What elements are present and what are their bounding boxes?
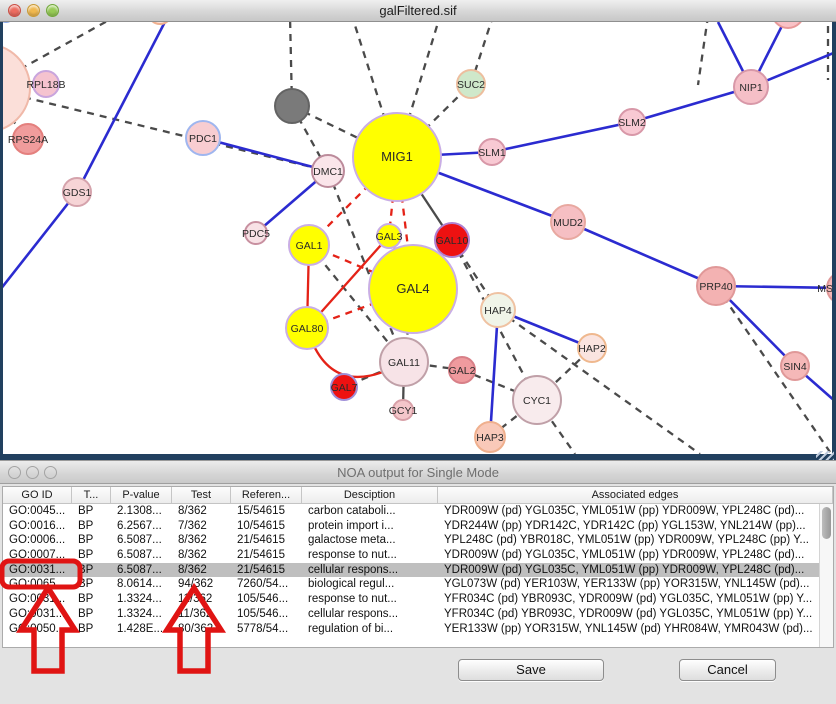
node-label-rps24a: RPS24A (8, 134, 48, 146)
node-label-dmc1: DMC1 (313, 166, 343, 178)
node-label-gal4: GAL4 (396, 281, 429, 296)
node-label-hap2: HAP2 (578, 343, 606, 355)
node-label-pdc5: PDC5 (242, 228, 270, 240)
node-label-suc2: SUC2 (457, 79, 485, 91)
table-row[interactable]: GO:0065...BP8.0614...94/3627260/54...bio… (3, 577, 833, 592)
node-label-cyc1: CYC1 (523, 395, 551, 407)
column-header-3[interactable]: Test (172, 487, 231, 503)
table-row[interactable]: GO:0031...BP1.3324...11/362105/546...cel… (3, 607, 833, 622)
node-label-rpl18b: RPL18B (26, 79, 65, 91)
edge-blue[interactable] (0, 192, 77, 290)
node-label-mig1: MIG1 (381, 149, 413, 164)
save-button[interactable]: Save (458, 659, 604, 681)
node-label-gal10: GAL10 (436, 235, 469, 247)
node-label-gal3: GAL3 (376, 231, 403, 243)
node-label-gal11: GAL11 (388, 357, 420, 369)
cancel-button[interactable]: Cancel (679, 659, 776, 681)
edge-blue[interactable] (490, 310, 498, 437)
window-frame-right (832, 22, 836, 460)
node-label-nip1: NIP1 (739, 82, 763, 94)
table-row[interactable]: GO:0031...BP1.3324...11/362105/546...res… (3, 592, 833, 607)
column-header-5[interactable]: Desciption (302, 487, 438, 503)
column-header-2[interactable]: P-value (111, 487, 172, 503)
edge-blue[interactable] (632, 87, 751, 122)
window-title: galFiltered.sif (0, 3, 836, 18)
table-row[interactable]: GO:0006...BP6.5087...8/36221/54615galact… (3, 533, 833, 548)
node-label-gal2: GAL2 (449, 365, 476, 377)
node-label-gal1: GAL1 (296, 240, 323, 252)
table-row[interactable]: GO:0045...BP2.1308...8/36215/54615carbon… (3, 504, 833, 519)
table-header-row: GO IDT...P-valueTestReferen...Desciption… (3, 487, 833, 504)
node-label-gal7: GAL7 (331, 382, 358, 394)
table-row[interactable]: GO:0016...BP6.2567...7/36210/54615protei… (3, 519, 833, 534)
node-topcut1[interactable] (148, 22, 172, 24)
node-label-sin4: SIN4 (783, 361, 807, 373)
noa-results-table: GO IDT...P-valueTestReferen...Desciption… (2, 486, 834, 648)
node-label-slm2: SLM2 (618, 117, 646, 129)
edge-blue[interactable] (492, 122, 632, 152)
table-row[interactable]: GO:0007...BP6.5087...8/36221/54615respon… (3, 548, 833, 563)
node-label-hap4: HAP4 (484, 305, 512, 317)
noa-window: NOA output for Single Mode GO IDT...P-va… (0, 460, 836, 704)
node-label-hap3: HAP3 (476, 432, 504, 444)
column-header-4[interactable]: Referen... (231, 487, 302, 503)
node-label-gal80: GAL80 (291, 323, 324, 335)
node-label-gcy1: GCY1 (389, 405, 418, 417)
resize-grip[interactable] (816, 451, 834, 460)
column-header-0[interactable]: GO ID (3, 487, 72, 503)
noa-table-body: GO:0045...BP2.1308...8/36215/54615carbon… (3, 504, 833, 636)
window-frame-left (0, 22, 3, 460)
scrollbar-thumb[interactable] (822, 507, 831, 539)
column-header-1[interactable]: T... (72, 487, 111, 503)
vertical-scrollbar[interactable] (819, 504, 833, 647)
edge-blue[interactable] (203, 138, 328, 171)
network-titlebar[interactable]: galFiltered.sif (0, 0, 836, 22)
edge-blue[interactable] (77, 22, 168, 192)
network-window: galFiltered.sif RPL18B RPS24A PDC1 GDS1 MIG1… (0, 0, 836, 460)
node-label-pdc1: PDC1 (189, 133, 217, 145)
network-canvas[interactable]: RPL18B RPS24A PDC1 GDS1 MIG1 DMC1 SUC2 SLM1 SLM2… (0, 22, 836, 460)
edge-blue[interactable] (568, 222, 716, 286)
screen: galFiltered.sif RPL18B RPS24A PDC1 GDS1 MIG1… (0, 0, 836, 704)
node-label-mud2: MUD2 (553, 217, 583, 229)
table-row[interactable]: GO:0050...BP1.428E...80/3625778/54...reg… (3, 622, 833, 637)
node-label-gds1: GDS1 (63, 187, 92, 199)
node-topcut2[interactable] (772, 22, 804, 28)
noa-window-title: NOA output for Single Mode (0, 465, 836, 480)
noa-titlebar[interactable]: NOA output for Single Mode (0, 460, 836, 484)
node-gray[interactable] (275, 89, 309, 123)
node-label-prp40: PRP40 (699, 281, 732, 293)
edge-dash[interactable] (716, 286, 830, 452)
column-header-6[interactable]: Associated edges (438, 487, 833, 503)
node-label-slm1: SLM1 (478, 147, 506, 159)
table-row[interactable]: GO:0031...BP6.5087...8/36221/54615cellul… (3, 563, 833, 578)
edge-dash[interactable] (698, 22, 708, 85)
